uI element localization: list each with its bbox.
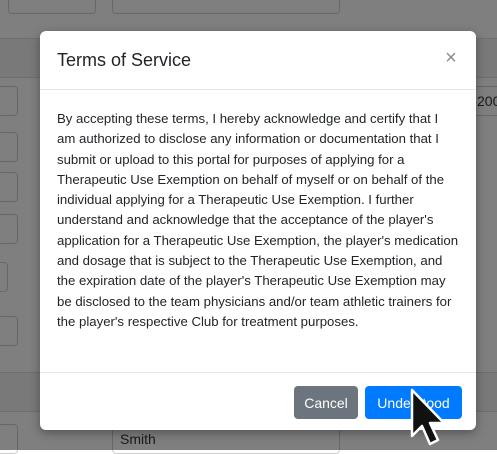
- modal-title: Terms of Service: [57, 50, 192, 70]
- terms-modal: Terms of Service × By accepting these te…: [40, 31, 476, 430]
- mouse-pointer-icon: [410, 388, 446, 446]
- modal-body: By accepting these terms, I hereby ackno…: [40, 90, 476, 373]
- close-icon[interactable]: ×: [440, 47, 462, 69]
- cancel-button[interactable]: Cancel: [294, 386, 358, 419]
- modal-header: Terms of Service ×: [40, 31, 476, 90]
- terms-text: By accepting these terms, I hereby ackno…: [57, 111, 459, 329]
